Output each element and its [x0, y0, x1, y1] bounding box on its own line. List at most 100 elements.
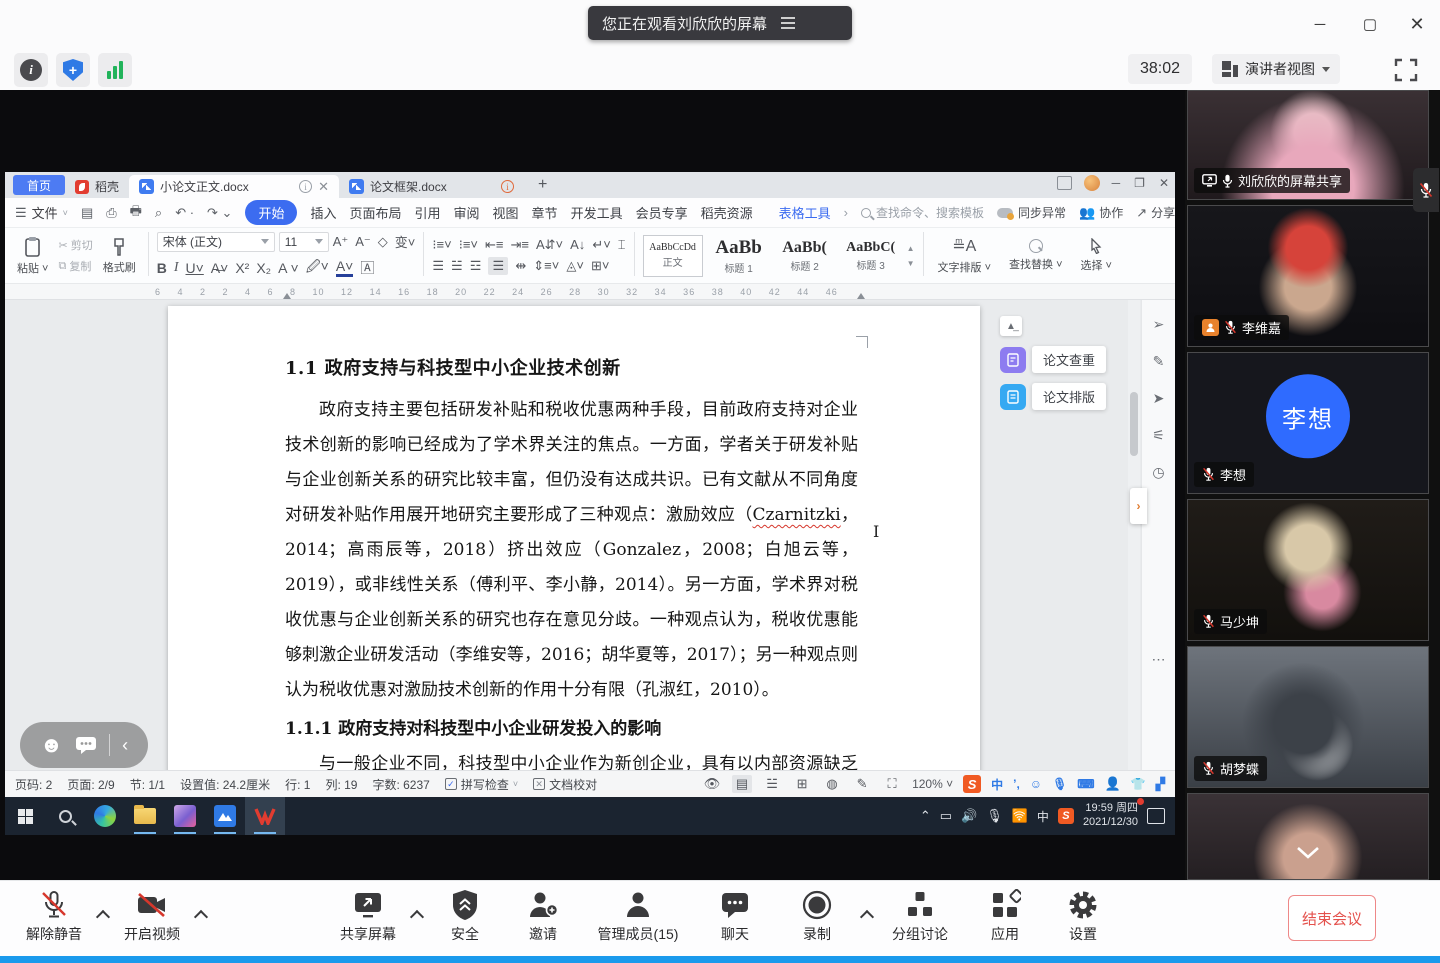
char-scale-icon[interactable]: A⇵˅: [536, 237, 563, 253]
tab-daoke[interactable]: 稻壳: [65, 175, 129, 198]
participant-tile-liuxinxin[interactable]: 刘欣欣的屏幕共享: [1187, 90, 1429, 200]
wps-window-controls[interactable]: ─❐✕: [1112, 176, 1169, 190]
participant-tile-lixiang[interactable]: 李想 李想: [1187, 352, 1429, 494]
battery-icon[interactable]: ▭: [940, 808, 952, 824]
ime-skin-icon[interactable]: 👕: [1131, 777, 1146, 791]
ime-keyboard-icon[interactable]: ⌨: [1077, 777, 1094, 791]
menu-section[interactable]: 章节: [532, 203, 558, 222]
format-painter-button[interactable]: 格式刷: [99, 237, 140, 275]
menu-start[interactable]: 开始: [245, 200, 297, 225]
unmute-options-caret[interactable]: [98, 909, 108, 919]
document-page[interactable]: 1.1 政府支持与科技型中小企业技术创新 政府支持主要包括研发补贴和税收优惠两种…: [168, 306, 980, 770]
indent-icon[interactable]: ⇥≡: [511, 237, 529, 253]
menu-table-tool[interactable]: 表格工具: [779, 203, 831, 222]
sogou-logo-icon[interactable]: S: [963, 775, 981, 793]
docs-app-button[interactable]: [205, 797, 245, 835]
font-name-select[interactable]: 宋体 (正文): [157, 232, 275, 252]
italic-icon[interactable]: I: [174, 260, 179, 276]
strikethrough-icon[interactable]: A̶˅: [211, 260, 229, 276]
underline-icon[interactable]: U˅: [186, 260, 204, 276]
tab-home[interactable]: 首页: [13, 175, 65, 195]
collab-button[interactable]: 👥 协作: [1079, 204, 1123, 221]
manage-members-button[interactable]: 管理成员(15): [588, 889, 688, 944]
share-screen-button[interactable]: 共享屏幕: [326, 889, 410, 944]
char-shading-icon[interactable]: 🄰: [360, 258, 374, 278]
text-effect-icon[interactable]: 变˅: [395, 232, 416, 251]
ruler[interactable]: 6 4 2 2 4 6 8 10 12 14 16 18 20 22 24 26…: [5, 284, 1175, 300]
justify-icon[interactable]: ☰: [488, 257, 508, 275]
page-view-icon[interactable]: ▤: [732, 775, 752, 793]
minimize-button[interactable]: ─: [1305, 12, 1335, 36]
speaker-icon[interactable]: 🔊: [961, 808, 977, 824]
print-icon[interactable]: 🖶: [130, 202, 142, 224]
doc-info-icon[interactable]: i: [299, 180, 312, 193]
menu-references[interactable]: 引用: [415, 203, 441, 222]
command-search-box[interactable]: 查找命令、搜索模板: [861, 204, 984, 221]
bullets-icon[interactable]: ⁝≡˅: [432, 237, 451, 253]
line-spacing-icon[interactable]: ⇕≡˅: [533, 258, 559, 274]
scrollbar-thumb[interactable]: [1130, 392, 1138, 456]
start-video-button[interactable]: 开启视频: [110, 889, 194, 944]
ime-person-icon[interactable]: 👤: [1105, 776, 1121, 792]
align-center-icon[interactable]: ☱: [451, 258, 463, 274]
borders-icon[interactable]: ⊞˅: [591, 258, 609, 274]
read-view-icon[interactable]: ⊞: [792, 775, 812, 793]
export-icon[interactable]: ⎙: [106, 205, 116, 221]
participant-tile-liweijia[interactable]: 李维嘉: [1187, 205, 1429, 347]
numbering-icon[interactable]: ⁝≡˅: [459, 237, 478, 253]
settings-button[interactable]: 设置: [1051, 889, 1115, 944]
eye-protect-icon[interactable]: 👁: [702, 775, 722, 793]
invite-button[interactable]: 邀请: [511, 889, 575, 944]
meeting-security-button[interactable]: +: [56, 53, 90, 87]
video-options-caret[interactable]: [196, 909, 206, 919]
breakout-rooms-button[interactable]: 分组讨论: [878, 889, 962, 944]
select-button[interactable]: 选择 ˅: [1075, 238, 1118, 273]
fullscreen-button[interactable]: [1392, 56, 1420, 84]
bold-icon[interactable]: B: [157, 260, 167, 276]
participant-tile-humengdie[interactable]: 胡梦蝶: [1187, 646, 1429, 788]
tab-close-icon[interactable]: ✕: [318, 179, 329, 195]
collapse-pill-icon[interactable]: ‹: [122, 735, 128, 756]
outdent-icon[interactable]: ⇤≡: [485, 237, 503, 253]
collapse-panel-button[interactable]: ▲̲: [1000, 316, 1022, 336]
style-normal[interactable]: AaBbCcDd 正文: [643, 235, 703, 277]
document-canvas[interactable]: 1.1 政府支持与科技型中小企业技术创新 政府支持主要包括研发补贴和税收优惠两种…: [5, 300, 1175, 770]
shrink-font-icon[interactable]: A⁻: [355, 234, 371, 250]
wifi-icon[interactable]: 🛜: [1012, 808, 1028, 824]
clear-format-icon[interactable]: ◇: [378, 234, 388, 250]
menu-page-layout[interactable]: 页面布局: [349, 203, 401, 222]
right-indent-marker[interactable]: [857, 293, 865, 299]
apps-button[interactable]: 应用: [973, 889, 1037, 944]
menu-review[interactable]: 审阅: [454, 203, 480, 222]
taskbar-search-button[interactable]: [45, 797, 85, 835]
style-h1[interactable]: AaBb 标题 1: [709, 235, 769, 277]
distribute-icon[interactable]: ⇹: [515, 258, 526, 274]
wenzi-icon[interactable]: A ˅: [278, 260, 299, 276]
font-color-icon[interactable]: A˅: [336, 258, 354, 277]
menu-insert[interactable]: 插入: [310, 203, 336, 222]
highlight-icon[interactable]: 🖉˅: [306, 256, 329, 280]
security-button[interactable]: 安全: [433, 889, 497, 944]
menu-member[interactable]: 会员专享: [636, 203, 688, 222]
doc-warn-icon[interactable]: i: [501, 180, 514, 193]
paper-layout-button[interactable]: 论文排版: [1000, 383, 1106, 410]
unmute-button[interactable]: 解除静音: [12, 889, 96, 944]
superscript-icon[interactable]: X²: [235, 260, 249, 276]
tray-expand-icon[interactable]: ⌃: [920, 808, 931, 824]
ink-icon[interactable]: ✎: [852, 775, 872, 793]
indent-marker[interactable]: [283, 293, 291, 299]
maximize-button[interactable]: ▢: [1355, 12, 1385, 36]
select-arrow-icon[interactable]: ➤: [1153, 390, 1165, 407]
outline-view-icon[interactable]: ☱: [762, 775, 782, 793]
photos-app-button[interactable]: [165, 797, 205, 835]
style-h2[interactable]: AaBb( 标题 2: [775, 235, 835, 277]
copy-button[interactable]: ⧉ 复制: [58, 258, 92, 274]
style-h3[interactable]: AaBbC( 标题 3: [841, 235, 901, 277]
record-button[interactable]: 录制: [785, 889, 849, 944]
view-mode-selector[interactable]: 演讲者视图: [1212, 54, 1340, 84]
styles-up-icon[interactable]: ▲: [907, 244, 915, 253]
action-center-icon[interactable]: [1147, 808, 1165, 824]
sort-icon[interactable]: A↓: [570, 237, 585, 252]
adjust-sliders-icon[interactable]: ⚟: [1152, 427, 1165, 444]
proofread-button[interactable]: ✕ 文档校对: [533, 776, 597, 793]
